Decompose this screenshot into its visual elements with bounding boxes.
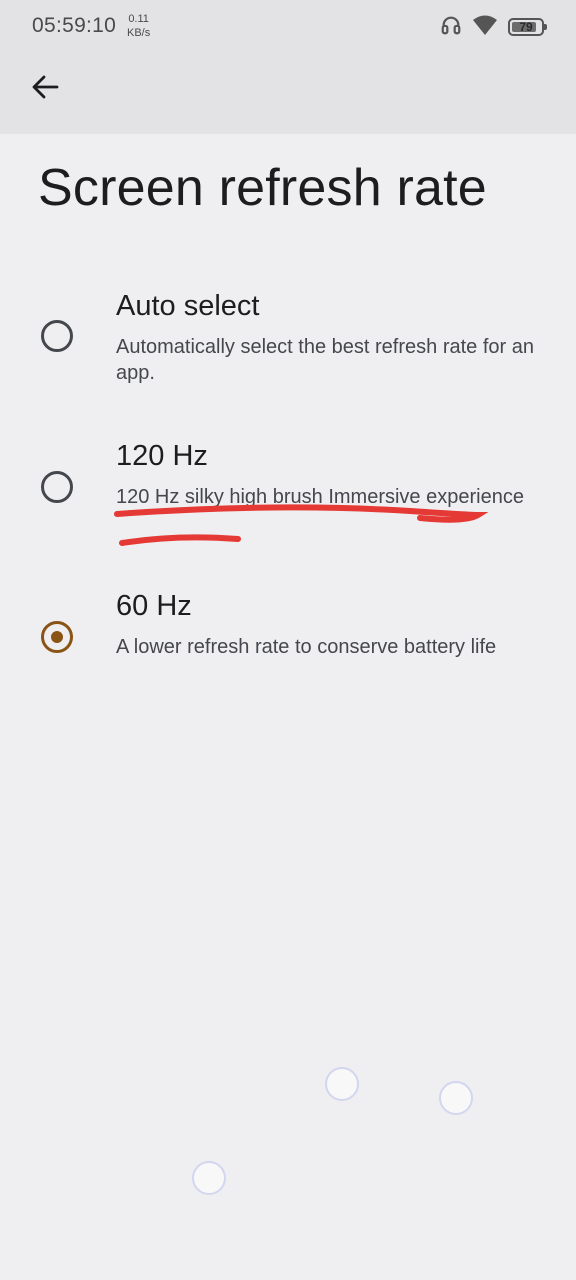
battery-nub <box>544 24 547 30</box>
arrow-back-icon <box>30 72 60 107</box>
radio-button-unchecked[interactable] <box>41 471 73 503</box>
option-title: 120 Hz <box>116 440 208 472</box>
touch-indicator <box>325 1067 359 1101</box>
status-icons: 79 <box>440 14 547 41</box>
touch-indicator <box>192 1161 226 1195</box>
status-time: 05:59:10 <box>32 14 117 37</box>
top-app-bar: 05:59:10 0.11 KB/s 79 <box>0 0 576 134</box>
back-button[interactable] <box>24 68 66 110</box>
network-speed: 0.11 KB/s <box>127 12 150 40</box>
network-speed-value: 0.11 <box>128 13 149 25</box>
radio-button-unchecked[interactable] <box>41 320 73 352</box>
option-description: A lower refresh rate to conserve battery… <box>116 636 497 658</box>
option-120hz[interactable]: 120 Hz 120 Hz silky high brush Immersive… <box>0 420 576 570</box>
option-description: Automatically select the best refresh ra… <box>116 336 534 384</box>
option-title: Auto select <box>116 290 260 322</box>
network-speed-unit: KB/s <box>127 27 151 39</box>
battery-level: 79 <box>519 20 533 34</box>
battery-icon: 79 <box>508 18 547 36</box>
option-auto-select[interactable]: Auto select Automatically select the bes… <box>0 270 576 420</box>
wifi-icon <box>472 14 498 41</box>
touch-indicator <box>439 1081 473 1115</box>
option-title: 60 Hz <box>116 590 192 622</box>
page-title: Screen refresh rate <box>38 159 487 217</box>
radio-button-checked[interactable] <box>41 621 73 653</box>
headphones-icon <box>440 14 462 41</box>
option-description: 120 Hz silky high brush Immersive experi… <box>116 486 524 508</box>
radio-dot <box>51 631 63 643</box>
option-60hz[interactable]: 60 Hz A lower refresh rate to conserve b… <box>0 570 576 720</box>
